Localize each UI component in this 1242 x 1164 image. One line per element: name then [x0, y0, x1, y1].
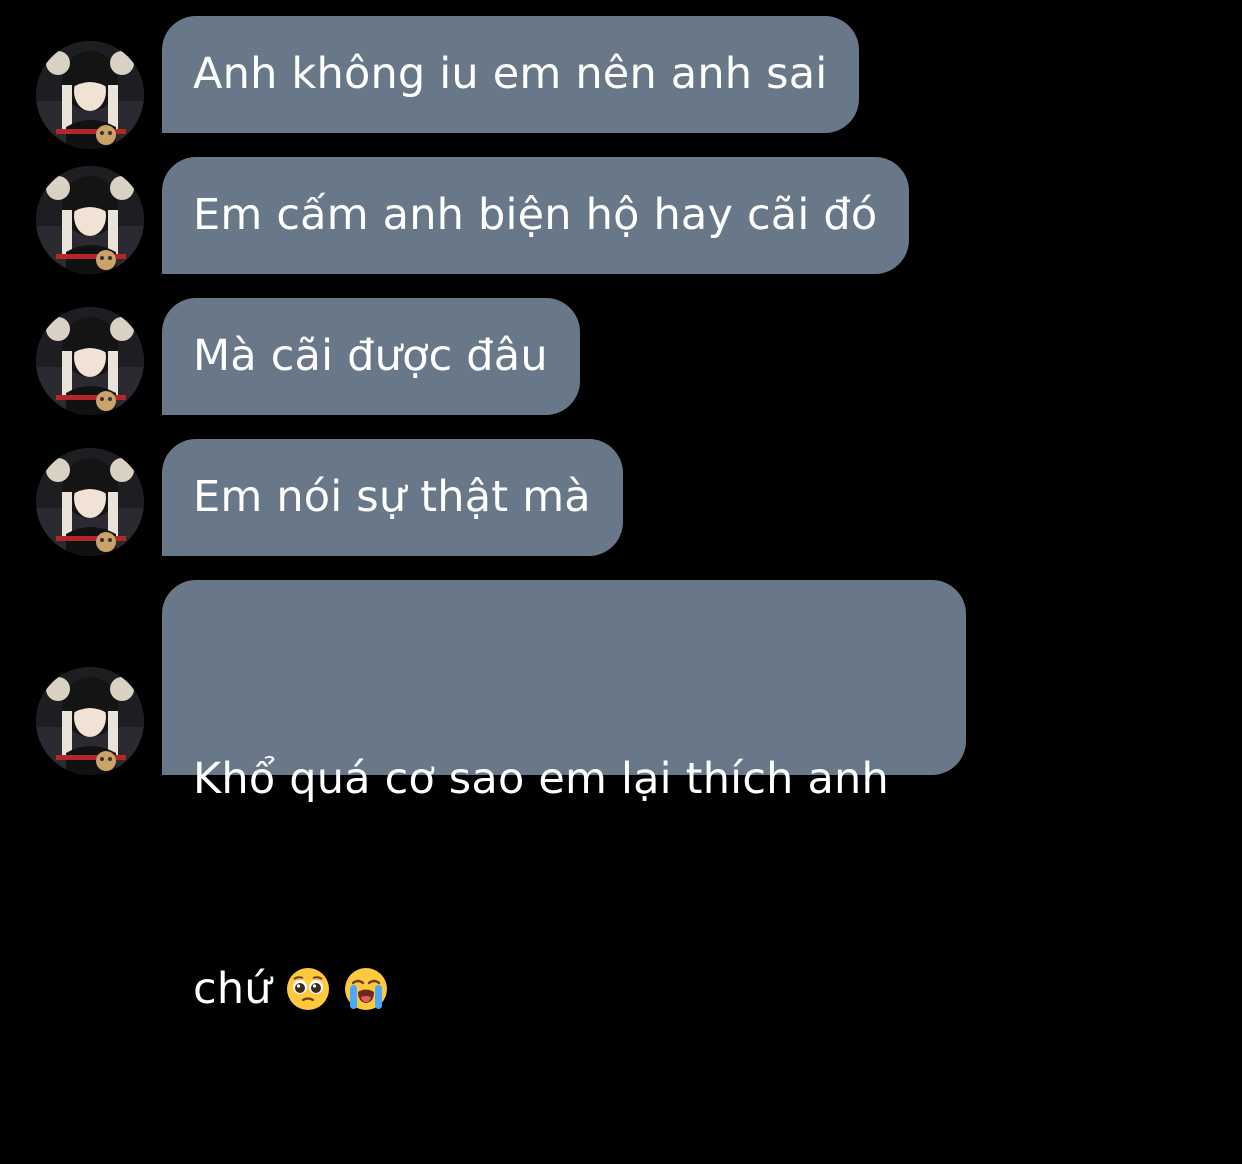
avatar[interactable] — [36, 667, 144, 775]
avatar[interactable] — [36, 448, 144, 556]
avatar[interactable] — [36, 166, 144, 274]
user-avatar-icon — [36, 41, 144, 149]
message-bubble[interactable]: Anh không iu em nên anh sai — [162, 16, 860, 133]
avatar[interactable] — [36, 307, 144, 415]
message-row: Anh không iu em nên anh sai — [0, 16, 1242, 149]
message-text-line: chứ — [193, 954, 934, 1024]
message-bubble[interactable]: Em nói sự thật mà — [162, 439, 623, 556]
message-bubble[interactable]: Em cấm anh biện hộ hay cãi đó — [162, 157, 910, 274]
message-bubble[interactable]: Khổ quá cơ sao em lại thích anh chứ — [162, 580, 966, 1014]
message-row: Em cấm anh biện hộ hay cãi đó — [0, 157, 1242, 274]
message-row: Mà cãi được đâu — [0, 298, 1242, 415]
user-avatar-icon — [36, 448, 144, 556]
user-avatar-icon — [36, 307, 144, 415]
user-avatar-icon — [36, 667, 144, 775]
chat-thread: Anh không iu em nên anh sai Em cấm anh b… — [0, 0, 1242, 1014]
pleading-face-emoji-icon — [286, 967, 330, 1011]
avatar[interactable] — [36, 41, 144, 149]
message-text: chứ — [193, 964, 272, 1014]
message-bubble[interactable]: Mà cãi được đâu — [162, 298, 580, 415]
message-text-line: Khổ quá cơ sao em lại thích anh — [193, 754, 889, 804]
loudly-crying-face-emoji-icon — [344, 967, 388, 1011]
message-row: Em nói sự thật mà — [0, 439, 1242, 556]
user-avatar-icon — [36, 166, 144, 274]
message-row: Khổ quá cơ sao em lại thích anh chứ — [0, 580, 1242, 1014]
